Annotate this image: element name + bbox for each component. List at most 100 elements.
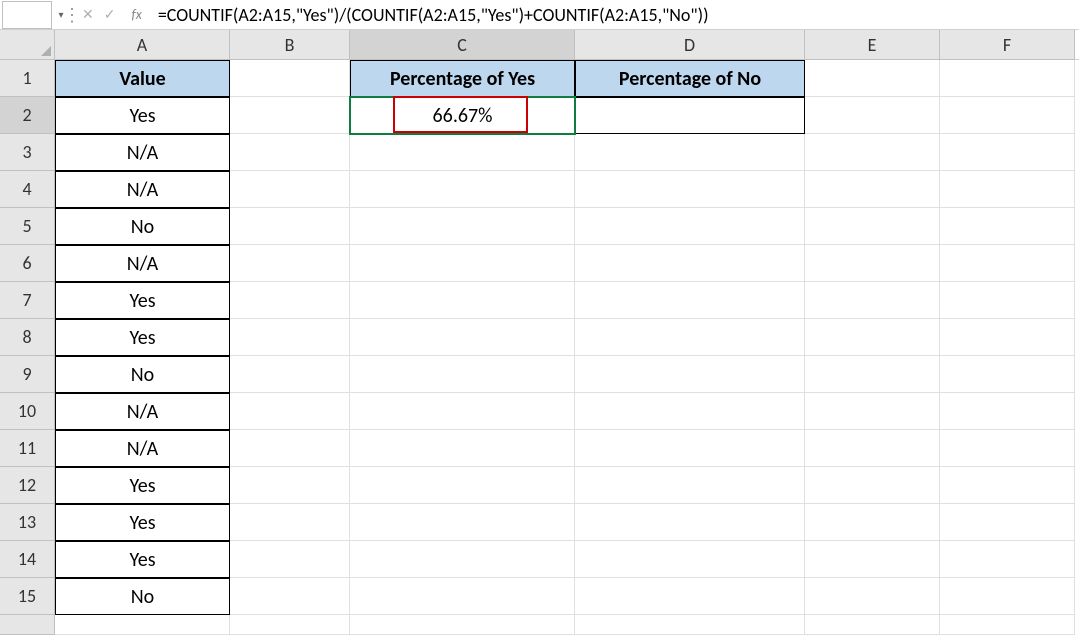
col-header-B[interactable]: B [230, 30, 350, 60]
cell-B11[interactable] [230, 430, 350, 467]
cell-E8[interactable] [805, 319, 940, 356]
cell-A7[interactable]: Yes [55, 282, 230, 319]
cell-B2[interactable] [230, 97, 350, 134]
cell-E12[interactable] [805, 467, 940, 504]
cell-D10[interactable] [575, 393, 805, 430]
cell-C11[interactable] [350, 430, 575, 467]
cell-C15[interactable] [350, 578, 575, 615]
cancel-icon[interactable]: ✕ [82, 6, 94, 23]
cell-F8[interactable] [940, 319, 1075, 356]
cell-D13[interactable] [575, 504, 805, 541]
cell-F5[interactable] [940, 208, 1075, 245]
cell-D12[interactable] [575, 467, 805, 504]
cell-E3[interactable] [805, 134, 940, 171]
cell-D8[interactable] [575, 319, 805, 356]
confirm-icon[interactable]: ✓ [104, 6, 116, 23]
cell-D5[interactable] [575, 208, 805, 245]
cell-C2[interactable]: 66.67% [350, 97, 575, 134]
cell-E4[interactable] [805, 171, 940, 208]
cell-F14[interactable] [940, 541, 1075, 578]
cell-F15[interactable] [940, 578, 1075, 615]
col-header-F[interactable]: F [940, 30, 1075, 60]
cell-C14[interactable] [350, 541, 575, 578]
row-header-3[interactable]: 3 [0, 134, 55, 171]
cell-B14[interactable] [230, 541, 350, 578]
cell-D14[interactable] [575, 541, 805, 578]
cell-E1[interactable] [805, 60, 940, 97]
cell-B8[interactable] [230, 319, 350, 356]
name-box[interactable] [2, 1, 52, 29]
cell-D9[interactable] [575, 356, 805, 393]
cell-E10[interactable] [805, 393, 940, 430]
cell-F13[interactable] [940, 504, 1075, 541]
cell-F3[interactable] [940, 134, 1075, 171]
row-header-5[interactable]: 5 [0, 208, 55, 245]
cell-B6[interactable] [230, 245, 350, 282]
cell-B9[interactable] [230, 356, 350, 393]
cell-F10[interactable] [940, 393, 1075, 430]
cell-A14[interactable]: Yes [55, 541, 230, 578]
cell-E15[interactable] [805, 578, 940, 615]
cell-B4[interactable] [230, 171, 350, 208]
cell-B10[interactable] [230, 393, 350, 430]
row-header-9[interactable]: 9 [0, 356, 55, 393]
cell-F4[interactable] [940, 171, 1075, 208]
cell-D11[interactable] [575, 430, 805, 467]
cell-B3[interactable] [230, 134, 350, 171]
col-header-E[interactable]: E [805, 30, 940, 60]
formula-input[interactable]: =COUNTIF(A2:A15,"Yes")/(COUNTIF(A2:A15,"… [150, 1, 1079, 29]
row-header-12[interactable]: 12 [0, 467, 55, 504]
row-header-16[interactable] [0, 615, 55, 635]
cell-B15[interactable] [230, 578, 350, 615]
cell-F12[interactable] [940, 467, 1075, 504]
cell-A10[interactable]: N/A [55, 393, 230, 430]
cell-C1[interactable]: Percentage of Yes [350, 60, 575, 97]
cell-C6[interactable] [350, 245, 575, 282]
cell-C12[interactable] [350, 467, 575, 504]
row-header-13[interactable]: 13 [0, 504, 55, 541]
row-header-11[interactable]: 11 [0, 430, 55, 467]
cell-F1[interactable] [940, 60, 1075, 97]
cell-C7[interactable] [350, 282, 575, 319]
cell-A2[interactable]: Yes [55, 97, 230, 134]
cell-D6[interactable] [575, 245, 805, 282]
cell-E16[interactable] [805, 615, 940, 635]
row-header-8[interactable]: 8 [0, 319, 55, 356]
cell-E11[interactable] [805, 430, 940, 467]
cell-A6[interactable]: N/A [55, 245, 230, 282]
cell-C16[interactable] [350, 615, 575, 635]
cell-F7[interactable] [940, 282, 1075, 319]
cell-F16[interactable] [940, 615, 1075, 635]
cell-E9[interactable] [805, 356, 940, 393]
col-header-C[interactable]: C [350, 30, 575, 60]
cell-A13[interactable]: Yes [55, 504, 230, 541]
cell-D4[interactable] [575, 171, 805, 208]
cell-D3[interactable] [575, 134, 805, 171]
row-header-7[interactable]: 7 [0, 282, 55, 319]
cell-F2[interactable] [940, 97, 1075, 134]
cell-B7[interactable] [230, 282, 350, 319]
cell-A16[interactable] [55, 615, 230, 635]
cell-E6[interactable] [805, 245, 940, 282]
cell-A11[interactable]: N/A [55, 430, 230, 467]
cell-E5[interactable] [805, 208, 940, 245]
row-header-2[interactable]: 2 [0, 97, 55, 134]
cell-D15[interactable] [575, 578, 805, 615]
cell-A8[interactable]: Yes [55, 319, 230, 356]
cell-F9[interactable] [940, 356, 1075, 393]
fx-icon[interactable]: fx [131, 6, 141, 23]
cell-A4[interactable]: N/A [55, 171, 230, 208]
cell-D2[interactable] [575, 97, 805, 134]
row-header-15[interactable]: 15 [0, 578, 55, 615]
cell-A1[interactable]: Value [55, 60, 230, 97]
cell-F11[interactable] [940, 430, 1075, 467]
row-header-1[interactable]: 1 [0, 60, 55, 97]
col-header-A[interactable]: A [55, 30, 230, 60]
cell-D7[interactable] [575, 282, 805, 319]
cell-C9[interactable] [350, 356, 575, 393]
select-all-corner[interactable] [0, 30, 55, 60]
cell-F6[interactable] [940, 245, 1075, 282]
cell-B5[interactable] [230, 208, 350, 245]
cell-C5[interactable] [350, 208, 575, 245]
cell-A5[interactable]: No [55, 208, 230, 245]
